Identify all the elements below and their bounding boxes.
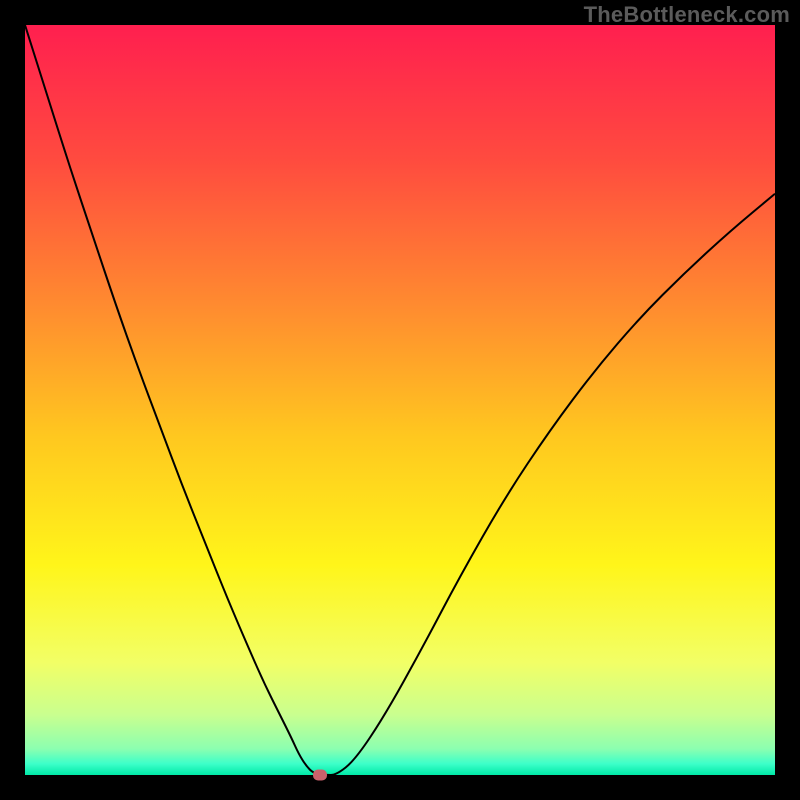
watermark-text: TheBottleneck.com [584, 2, 790, 28]
plot-area [25, 25, 775, 775]
bottleneck-curve [25, 25, 775, 775]
balance-point-marker [313, 770, 327, 781]
chart-frame: TheBottleneck.com [0, 0, 800, 800]
